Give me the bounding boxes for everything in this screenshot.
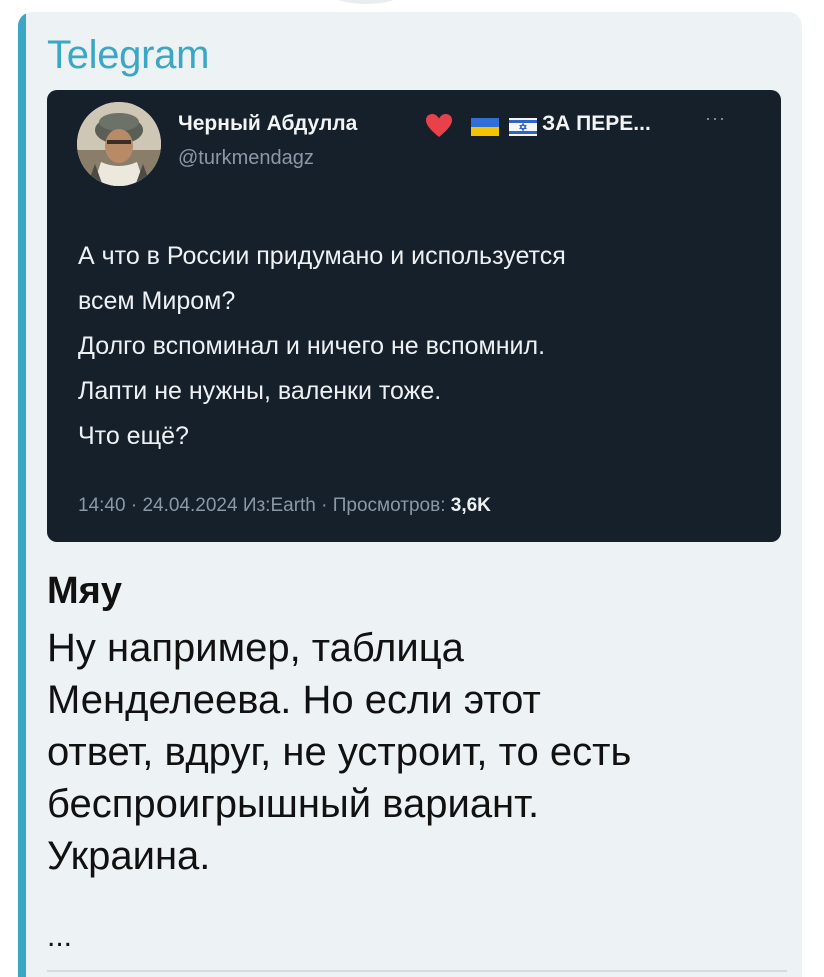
meta-separator: · xyxy=(130,495,143,516)
tweet-source: Из:Earth xyxy=(242,495,316,516)
tweet-author-name[interactable]: Черный Абдулла xyxy=(178,112,357,136)
avatar[interactable] xyxy=(77,102,161,186)
screen: Telegram Черный Абдулла ЗА ПЕРЕ... ··· @… xyxy=(0,0,824,977)
quote-accent-bar xyxy=(18,12,26,977)
tweet-text-line: Лапти не нужны, валенки тоже. xyxy=(78,377,442,405)
tweet-text-line: А что в России придумано и используется xyxy=(78,242,566,270)
tweet-author-tag: ЗА ПЕРЕ... xyxy=(542,112,651,135)
tweet-text: А что в России придумано и используется … xyxy=(78,234,758,459)
comment-text-line: беспроигрышный вариант. xyxy=(47,782,540,826)
comment-text: Ну например, таблица Менделеева. Но если… xyxy=(47,622,787,882)
tweet-meta: 14:40 · 24.04.2024 Из:Earth · Просмотров… xyxy=(78,495,491,517)
ukraine-flag-icon xyxy=(471,118,499,136)
israel-flag-icon xyxy=(509,118,537,136)
divider xyxy=(47,970,787,972)
top-shadow xyxy=(330,0,402,4)
comment-text-line: Менделеева. Но если этот xyxy=(47,678,541,722)
meta-separator: · xyxy=(321,495,333,516)
views-count: 3,6K xyxy=(450,495,491,516)
tweet-date: 24.04.2024 xyxy=(142,495,238,516)
tweet-text-line: Долго вспоминал и ничего не вспомнил. xyxy=(78,332,546,360)
comment-text-line: Ну например, таблица xyxy=(47,626,464,670)
tweet-author-handle[interactable]: @turkmendagz xyxy=(178,147,314,170)
comment-text-line: Украина. xyxy=(47,834,211,878)
source-channel-name[interactable]: Telegram xyxy=(47,32,209,78)
tweet-text-line: всем Миром? xyxy=(78,287,236,315)
tweet-time: 14:40 xyxy=(78,495,126,516)
comment-author: Мяу xyxy=(47,570,122,612)
comment-text-line: ответ, вдруг, не устроит, то есть xyxy=(47,730,632,774)
embedded-tweet-image[interactable]: Черный Абдулла ЗА ПЕРЕ... ··· @turkmenda… xyxy=(47,90,781,542)
tweet-text-line: Что ещё? xyxy=(78,422,189,450)
comment-ellipsis: ... xyxy=(47,920,73,953)
views-label: Просмотров: xyxy=(332,495,446,516)
heart-icon xyxy=(426,114,452,137)
avatar-photo-icon xyxy=(77,102,161,186)
message-bubble[interactable]: Telegram Черный Абдулла ЗА ПЕРЕ... ··· @… xyxy=(18,12,802,977)
more-options-icon[interactable]: ··· xyxy=(705,108,726,129)
